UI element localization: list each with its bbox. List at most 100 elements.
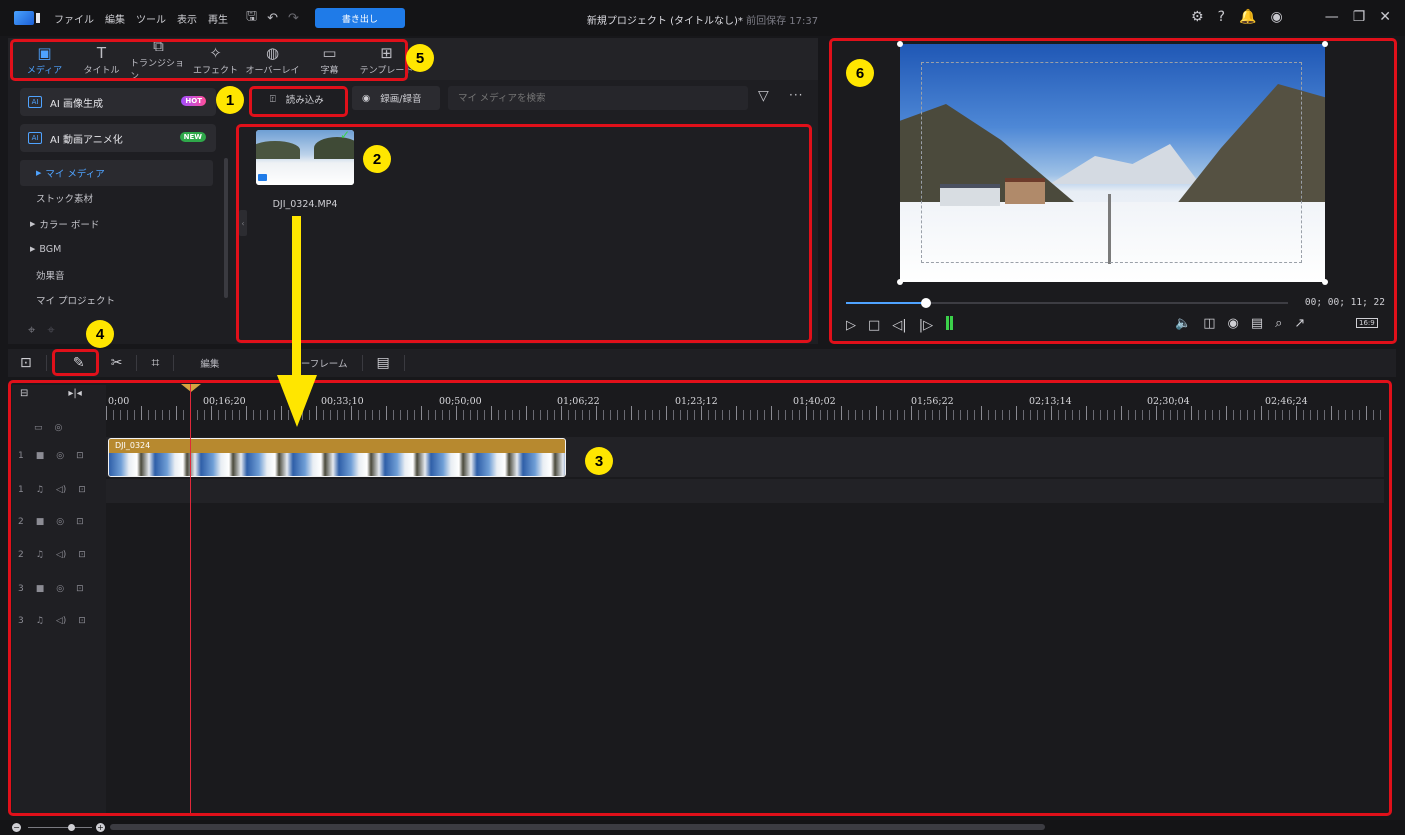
notification-bell-icon[interactable]: 🔔 bbox=[1239, 9, 1256, 25]
sidebar-item-my-projects[interactable]: マイ プロジェクト bbox=[14, 288, 229, 314]
play-icon[interactable]: ▷ bbox=[846, 318, 856, 333]
lock-icon[interactable]: ⊡ bbox=[78, 616, 86, 626]
tag-add-icon[interactable]: ⌖ bbox=[28, 323, 35, 338]
edit-menu-button[interactable]: 編集 bbox=[200, 356, 219, 370]
quality-settings-icon[interactable]: ◉ bbox=[1227, 316, 1238, 331]
subtitle-track-icon: ▭ bbox=[34, 423, 43, 433]
filter-icon[interactable]: ▽ bbox=[758, 88, 769, 104]
eye-icon[interactable]: ◎ bbox=[56, 517, 64, 527]
lock-icon[interactable]: ⊡ bbox=[78, 550, 86, 560]
zoom-icon[interactable]: ⌕ bbox=[1275, 316, 1282, 331]
media-search-input[interactable] bbox=[448, 86, 748, 110]
ai-anime-button[interactable]: AI AI 動画アニメ化 NEW bbox=[20, 124, 216, 152]
eye-icon[interactable]: ◎ bbox=[56, 451, 64, 461]
resize-handle[interactable] bbox=[1322, 279, 1328, 285]
snapshot-camera-icon[interactable]: ◫ bbox=[1203, 316, 1215, 331]
sidebar-item-my-media[interactable]: ▶ マイ メディア bbox=[20, 160, 213, 186]
zoom-slider[interactable] bbox=[28, 827, 92, 828]
library-sidebar: AI AI 画像生成 HOT AI AI 動画アニメ化 NEW ▶ マイ メディア… bbox=[14, 84, 229, 342]
notes-icon[interactable]: ▤ bbox=[377, 355, 390, 371]
restore-icon[interactable]: ❐ bbox=[1353, 9, 1366, 25]
fit-view-icon[interactable]: ⊡ bbox=[20, 355, 32, 371]
pen-tool-icon[interactable]: ✎ bbox=[61, 355, 97, 371]
menu-tools[interactable]: ツール bbox=[136, 11, 166, 26]
tab-effect[interactable]: ✧ エフェクト bbox=[187, 40, 244, 80]
hot-badge: HOT bbox=[181, 96, 206, 106]
clip-filmstrip bbox=[109, 453, 565, 476]
crop-icon[interactable]: ⌗ bbox=[151, 355, 159, 371]
prev-frame-icon[interactable]: ◁| bbox=[892, 318, 906, 333]
scissors-icon[interactable]: ✂ bbox=[111, 355, 123, 371]
tab-overlay[interactable]: ◍ オーバーレイ bbox=[244, 40, 301, 80]
minimize-icon[interactable]: — bbox=[1325, 9, 1339, 25]
resize-handle[interactable] bbox=[1322, 41, 1328, 47]
help-icon[interactable]: ? bbox=[1218, 9, 1225, 25]
media-file-name: DJI_0324.MP4 bbox=[272, 199, 338, 210]
in-use-check-icon: ✓ bbox=[340, 128, 351, 142]
eye-icon[interactable]: ◎ bbox=[55, 423, 63, 433]
timeline-scrollbar[interactable] bbox=[110, 824, 1045, 830]
lock-icon[interactable]: ⊡ bbox=[76, 451, 84, 461]
speaker-icon[interactable]: ◁) bbox=[56, 616, 66, 626]
video-track-icon: ■ bbox=[35, 451, 45, 461]
undock-icon[interactable]: ↗ bbox=[1294, 316, 1305, 331]
sidebar-scrollbar[interactable] bbox=[224, 158, 228, 298]
ai-image-button[interactable]: AI AI 画像生成 HOT bbox=[20, 88, 216, 116]
menu-edit[interactable]: 編集 bbox=[105, 11, 125, 26]
account-icon[interactable]: ◉ bbox=[1270, 9, 1282, 25]
volume-icon[interactable]: 🔈 bbox=[1175, 316, 1191, 331]
sidebar-item-bgm[interactable]: ▶ BGM bbox=[14, 237, 229, 263]
undo-icon[interactable]: ↶ bbox=[267, 11, 278, 26]
stop-icon[interactable]: □ bbox=[868, 318, 880, 333]
record-button[interactable]: ◉ 録画/録音 bbox=[352, 86, 440, 110]
title-bar: ファイル 編集 ツール 表示 再生 🖫 ↶ ↷ 書き出し 新規プロジェクト (タ… bbox=[0, 0, 1405, 36]
preview-seekbar-knob[interactable] bbox=[920, 298, 931, 308]
subtitle-track-header: ▭ ◎ bbox=[34, 423, 62, 433]
eye-icon[interactable]: ◎ bbox=[56, 584, 64, 594]
redo-icon[interactable]: ↷ bbox=[288, 11, 299, 26]
menu-file[interactable]: ファイル bbox=[54, 11, 94, 26]
preview-video[interactable] bbox=[900, 44, 1325, 282]
resize-handle[interactable] bbox=[897, 279, 903, 285]
expand-arrow-icon: ▶ bbox=[36, 168, 42, 177]
annotation-badge-5: 5 bbox=[406, 44, 434, 72]
audio-track-1[interactable] bbox=[106, 479, 1384, 503]
speaker-icon[interactable]: ◁) bbox=[56, 485, 66, 495]
fit-timeline-icon[interactable]: ▸|◂ bbox=[68, 388, 81, 399]
zoom-out-icon[interactable]: − bbox=[12, 823, 21, 832]
collapse-sidebar-handle[interactable]: ‹ bbox=[239, 210, 247, 236]
resize-handle[interactable] bbox=[897, 41, 903, 47]
aspect-ratio-button[interactable]: 16:9 bbox=[1356, 318, 1378, 328]
next-frame-icon[interactable]: |▷ bbox=[919, 318, 933, 333]
lock-icon[interactable]: ⊡ bbox=[78, 485, 86, 495]
tag-remove-icon[interactable]: ⌖ bbox=[47, 323, 54, 338]
sidebar-item-sound-effects[interactable]: 効果音 bbox=[14, 262, 229, 288]
audio-track-icon: ♫ bbox=[35, 550, 44, 560]
tab-subtitle[interactable]: ▭ 字幕 bbox=[301, 40, 358, 80]
zoom-in-icon[interactable]: + bbox=[96, 823, 105, 832]
lock-icon[interactable]: ⊡ bbox=[76, 584, 84, 594]
save-icon[interactable]: 🖫 bbox=[246, 7, 257, 29]
import-button[interactable]: ⍐ 読み込み bbox=[264, 88, 344, 110]
subtitles-icon[interactable]: ▤ bbox=[1251, 316, 1263, 331]
track-manager-icon[interactable]: ⊟ bbox=[20, 388, 28, 399]
tab-title[interactable]: T タイトル bbox=[73, 40, 130, 80]
menu-play[interactable]: 再生 bbox=[208, 11, 228, 26]
speaker-icon[interactable]: ◁) bbox=[56, 550, 66, 560]
more-options-icon[interactable]: ··· bbox=[789, 88, 803, 102]
annotation-badge-4: 4 bbox=[86, 320, 114, 348]
close-icon[interactable]: ✕ bbox=[1379, 9, 1391, 25]
menu-view[interactable]: 表示 bbox=[177, 11, 197, 26]
new-badge: NEW bbox=[179, 132, 206, 142]
tab-media[interactable]: ▣ メディア bbox=[16, 40, 73, 80]
lock-icon[interactable]: ⊡ bbox=[76, 517, 84, 527]
audio-level-meter bbox=[945, 316, 954, 334]
tab-transition[interactable]: ⧉ トランジション bbox=[130, 38, 187, 82]
sidebar-item-stock[interactable]: ストック素材 bbox=[14, 186, 229, 212]
settings-gear-icon[interactable]: ⚙ bbox=[1191, 9, 1204, 25]
export-button[interactable]: 書き出し bbox=[314, 8, 405, 28]
zoom-slider-knob[interactable] bbox=[68, 824, 75, 831]
sidebar-item-color-board[interactable]: ▶ カラー ボード bbox=[14, 211, 229, 237]
playhead-line[interactable] bbox=[190, 384, 191, 814]
timeline-video-clip[interactable]: DJI_0324 bbox=[108, 438, 566, 477]
